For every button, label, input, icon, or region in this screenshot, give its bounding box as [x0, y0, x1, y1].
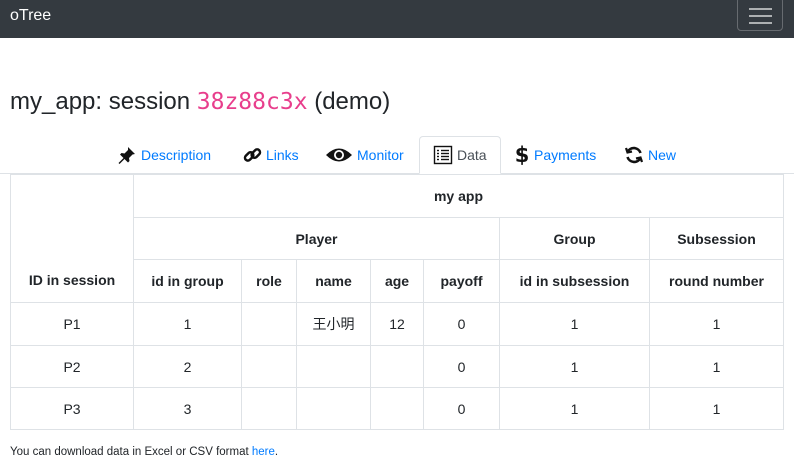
tab-description[interactable]: Description: [117, 136, 211, 174]
subsession-group-header: Subsession: [649, 217, 784, 260]
table-cell: [241, 345, 297, 388]
title-prefix: my_app: session: [10, 88, 197, 115]
download-note-end: .: [274, 446, 279, 458]
table-row: P2 2 0 1 1: [10, 345, 784, 388]
session-code: 38z88c3x: [196, 89, 308, 115]
pin-icon: [117, 145, 137, 165]
table-cell: 1: [133, 302, 242, 346]
table-cell: 3: [133, 387, 242, 430]
table-cell: 王小明: [296, 302, 371, 346]
download-note: You can download data in Excel or CSV fo…: [10, 446, 278, 458]
column-header-name: name: [296, 259, 371, 303]
tab-label: Payments: [534, 147, 597, 163]
table-cell: 0: [423, 302, 500, 346]
table-row: P1 1 王小明 12 0 1 1: [10, 302, 784, 346]
participant-id: P3: [10, 387, 134, 430]
tab-label: New: [648, 147, 677, 163]
tab-data[interactable]: Data: [419, 136, 501, 174]
hamburger-menu-icon[interactable]: [737, 0, 783, 31]
participant-id: P2: [10, 345, 134, 388]
player-group-header: Player: [133, 217, 500, 260]
download-link[interactable]: here: [252, 446, 275, 458]
table-cell: [370, 345, 424, 388]
table-cell: [241, 302, 297, 346]
participant-id: P1: [10, 302, 134, 346]
refresh-icon: [624, 145, 644, 165]
tab-label: Links: [266, 147, 299, 163]
group-group-header: Group: [499, 217, 650, 260]
brand-link[interactable]: oTree: [10, 7, 51, 25]
tab-label: Monitor: [357, 147, 404, 163]
table-cell: 2: [133, 345, 242, 388]
page-title: my_app: session 38z88c3x (demo): [10, 88, 390, 116]
svg-text:$: $: [515, 144, 530, 166]
table-cell: 0: [423, 387, 500, 430]
column-header-role: role: [241, 259, 297, 303]
navbar: oTree: [0, 0, 794, 38]
table-cell: 12: [370, 302, 424, 346]
table-cell: 1: [499, 345, 650, 388]
column-header-id-in-subsession: id in subsession: [499, 259, 650, 303]
id-in-session-header: ID in session: [10, 174, 134, 303]
app-header: my app: [133, 174, 784, 218]
download-note-text: You can download data in Excel or CSV fo…: [10, 446, 252, 458]
table-row: P3 3 0 1 1: [10, 387, 784, 430]
table-cell: 1: [649, 387, 784, 430]
table-cell: 0: [423, 345, 500, 388]
table-cell: 1: [649, 302, 784, 346]
column-header-round-number: round number: [649, 259, 784, 303]
table-cell: [296, 387, 371, 430]
table-cell: 1: [499, 387, 650, 430]
tab-new[interactable]: New: [624, 136, 676, 174]
session-tabs: Description Links Monitor Data $ Payment…: [0, 136, 794, 174]
table-cell: [296, 345, 371, 388]
tab-label: Description: [141, 147, 212, 163]
table-cell: 1: [499, 302, 650, 346]
tab-payments[interactable]: $ Payments: [514, 136, 597, 174]
column-header-id-in-group: id in group: [133, 259, 242, 303]
session-data-table: ID in session my app Player Group Subses…: [10, 174, 784, 430]
table-cell: [370, 387, 424, 430]
dollar-icon: $: [514, 143, 530, 167]
tab-links[interactable]: Links: [243, 136, 299, 174]
column-header-payoff: payoff: [423, 259, 500, 303]
table-list-icon: [433, 145, 453, 165]
eye-icon: [325, 146, 353, 164]
title-suffix: (demo): [307, 88, 391, 115]
table-cell: 1: [649, 345, 784, 388]
column-header-age: age: [370, 259, 424, 303]
table-cell: [241, 387, 297, 430]
link-icon: [243, 146, 262, 165]
tab-label: Data: [457, 147, 487, 163]
tab-monitor[interactable]: Monitor: [325, 136, 404, 174]
